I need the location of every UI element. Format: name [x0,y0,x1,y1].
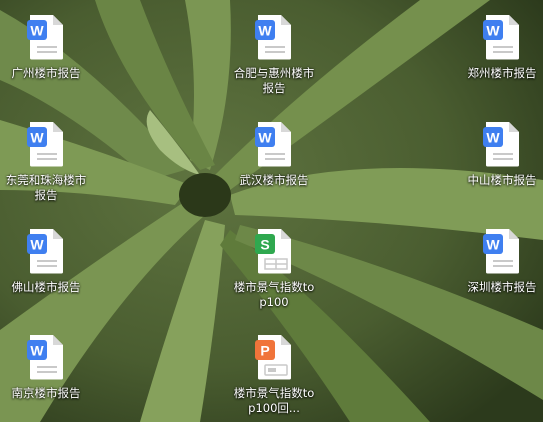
file-label: 郑州楼市报告 [467,66,537,80]
desktop-file-hefei-huizhou-report[interactable]: W 合肥与惠州楼市报告 [232,6,316,106]
svg-text:W: W [258,23,272,39]
desktop-file-nanjing-report[interactable]: W 南京楼市报告 [4,326,88,426]
file-label: 楼市景气指数top100 [233,280,315,309]
svg-text:W: W [30,23,44,39]
svg-text:W: W [30,130,44,146]
svg-text:W: W [30,237,44,253]
svg-text:P: P [260,343,269,359]
file-label: 东莞和珠海楼市报告 [5,173,87,202]
word-document-icon: W [483,122,519,167]
file-label: 中山楼市报告 [467,173,537,187]
word-document-icon: W [255,15,291,60]
desktop-file-dongguan-zhuhai-report[interactable]: W 东莞和珠海楼市报告 [4,113,88,213]
presentation-document-icon: P [255,335,291,380]
svg-text:W: W [258,130,272,146]
svg-text:W: W [486,130,500,146]
spreadsheet-document-icon: S [255,229,291,274]
word-document-icon: W [255,122,291,167]
word-document-icon: W [483,15,519,60]
file-label: 武汉楼市报告 [239,173,309,187]
svg-text:W: W [486,237,500,253]
desktop-file-zhongshan-report[interactable]: W 中山楼市报告 [460,113,543,213]
svg-text:W: W [486,23,500,39]
file-label: 南京楼市报告 [11,386,81,400]
file-label: 楼市景气指数top100回... [233,386,315,415]
word-document-icon: W [27,15,63,60]
desktop-file-wuhan-report[interactable]: W 武汉楼市报告 [232,113,316,213]
file-label: 合肥与惠州楼市报告 [233,66,315,95]
file-label: 佛山楼市报告 [11,280,81,294]
svg-text:W: W [30,343,44,359]
svg-text:S: S [260,237,269,253]
desktop-file-guangzhou-report[interactable]: W 广州楼市报告 [4,6,88,106]
file-label: 深圳楼市报告 [467,280,537,294]
word-document-icon: W [483,229,519,274]
file-label: 广州楼市报告 [11,66,81,80]
desktop-file-index-top100-sheet[interactable]: S 楼市景气指数top100 [232,220,316,320]
desktop-file-foshan-report[interactable]: W 佛山楼市报告 [4,220,88,320]
word-document-icon: W [27,335,63,380]
desktop-file-zhengzhou-report[interactable]: W 郑州楼市报告 [460,6,543,106]
word-document-icon: W [27,122,63,167]
desktop-file-shenzhen-report[interactable]: W 深圳楼市报告 [460,220,543,320]
word-document-icon: W [27,229,63,274]
desktop-file-index-top100-presentation[interactable]: P 楼市景气指数top100回... [232,326,316,426]
